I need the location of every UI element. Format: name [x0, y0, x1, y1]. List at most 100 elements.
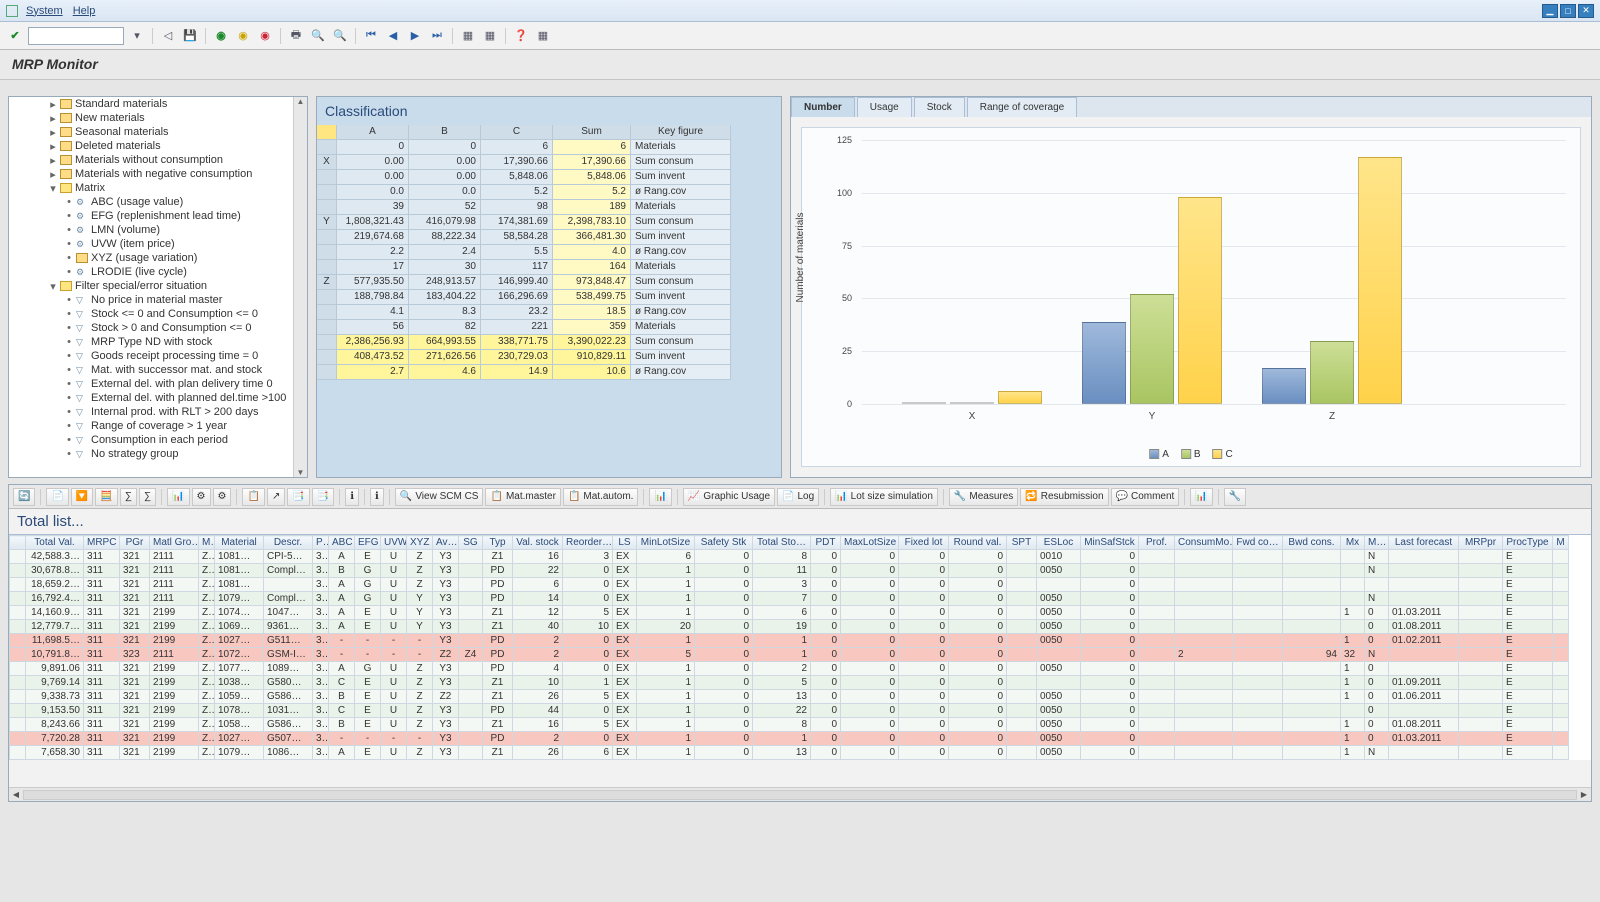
column-header[interactable]: Total Sto…	[753, 536, 811, 550]
column-header[interactable]: XYZ	[407, 536, 433, 550]
column-header[interactable]: ESLoc	[1037, 536, 1081, 550]
column-header[interactable]: Val. stock	[513, 536, 563, 550]
toolbar-button[interactable]: 📊	[1190, 488, 1212, 506]
column-header[interactable]: Mx	[1341, 536, 1365, 550]
toolbar-button[interactable]: ∑	[120, 488, 137, 506]
toolbar-button[interactable]: ℹ	[345, 488, 359, 506]
prev-page-icon[interactable]: ◀	[384, 27, 402, 45]
toolbar-button[interactable]: 💬Comment	[1111, 488, 1180, 506]
toolbar-button[interactable]: 📄	[46, 488, 68, 506]
table-row[interactable]: 9,338.733113212199Z…1059…G586…3…BEUZZ2Z1…	[10, 690, 1569, 704]
tree-item[interactable]: •▽Stock <= 0 and Consumption <= 0	[9, 307, 307, 321]
column-header[interactable]: M	[1553, 536, 1569, 550]
max-icon[interactable]: □	[1560, 4, 1576, 18]
column-header[interactable]: SPT	[1007, 536, 1037, 550]
tree-item[interactable]: •▽External del. with plan delivery time …	[9, 377, 307, 391]
toolbar-button[interactable]: ↗	[267, 488, 285, 506]
tree-item[interactable]: •▽Mat. with successor mat. and stock	[9, 363, 307, 377]
column-header[interactable]: Typ	[483, 536, 513, 550]
toolbar-button[interactable]: 📋Mat.master	[485, 488, 560, 506]
toolbar-button[interactable]: ∑	[139, 488, 156, 506]
column-header[interactable]: Fwd co…	[1233, 536, 1283, 550]
toolbar-button[interactable]: 🔄	[13, 488, 35, 506]
column-header[interactable]: MRPC	[84, 536, 120, 550]
chart-tab[interactable]: Range of coverage	[967, 97, 1078, 117]
tree-item[interactable]: ▾Filter special/error situation	[9, 279, 307, 293]
column-header[interactable]: MinSafStck	[1081, 536, 1139, 550]
tree-item[interactable]: ▸Seasonal materials	[9, 125, 307, 139]
toolbar-button[interactable]: 🔍View SCM CS	[395, 488, 484, 506]
tree-item[interactable]: •⚙ABC (usage value)	[9, 195, 307, 209]
table-row[interactable]: 9,153.503113212199Z…1078…1031…3…CEUZY3PD…	[10, 704, 1569, 718]
tree-item[interactable]: •▽Range of coverage > 1 year	[9, 419, 307, 433]
nav-back-icon[interactable]: ◉	[212, 27, 230, 45]
close-icon[interactable]: ✕	[1578, 4, 1594, 18]
tree-item[interactable]: •▽No price in material master	[9, 293, 307, 307]
column-header[interactable]: PDT	[811, 536, 841, 550]
layout-icon[interactable]: ▦	[534, 27, 552, 45]
next-page-icon[interactable]: ▶	[406, 27, 424, 45]
toolbar-button[interactable]: ⚙	[213, 488, 232, 506]
tree-item[interactable]: •⚙LMN (volume)	[9, 223, 307, 237]
tree-item[interactable]: •▽No strategy group	[9, 447, 307, 461]
tree-item[interactable]: •⚙LRODIE (live cycle)	[9, 265, 307, 279]
toolbar-button[interactable]: 📑	[312, 488, 334, 506]
horizontal-scrollbar[interactable]: ◀▶	[9, 787, 1591, 801]
column-header[interactable]: M…	[199, 536, 215, 550]
column-header[interactable]: MinLotSize	[637, 536, 695, 550]
table-row[interactable]: 10,791.8…3113232111Z…1072…GSM-I…3…----Z2…	[10, 648, 1569, 662]
tree-item[interactable]: •▽External del. with planned del.time >1…	[9, 391, 307, 405]
column-header[interactable]: ProcType	[1503, 536, 1553, 550]
table-row[interactable]: 9,769.143113212199Z…1038…G580…3…CEUZY3Z1…	[10, 676, 1569, 690]
toolbar-button[interactable]: 📋	[242, 488, 264, 506]
toolbar-button[interactable]: 🔧	[1224, 488, 1246, 506]
toolbar-button[interactable]: 📈Graphic Usage	[683, 488, 775, 506]
tree-item[interactable]: ▾Matrix	[9, 181, 307, 195]
column-header[interactable]: Av…	[433, 536, 459, 550]
menu-system[interactable]: System	[26, 5, 63, 17]
column-header[interactable]: EFG	[355, 536, 381, 550]
min-icon[interactable]: ▁	[1542, 4, 1558, 18]
ok-icon[interactable]: ✔	[6, 27, 24, 45]
toolbar-button[interactable]: 📊Lot size simulation	[830, 488, 938, 506]
tree-item[interactable]: ▸Materials without consumption	[9, 153, 307, 167]
dropdown-icon[interactable]: ▾	[128, 27, 146, 45]
toolbar-button[interactable]: 🔽	[71, 488, 93, 506]
column-header[interactable]: MRPpr	[1459, 536, 1503, 550]
column-header[interactable]: Descr.	[264, 536, 313, 550]
toolbar-button[interactable]: 🧮	[95, 488, 117, 506]
table-row[interactable]: 14,160.9…3113212199Z…1074…1047…3…AEUYY3Z…	[10, 606, 1569, 620]
tree-item[interactable]: •XYZ (usage variation)	[9, 251, 307, 265]
toolbar-button[interactable]: ℹ	[370, 488, 384, 506]
command-field[interactable]	[28, 27, 124, 45]
table-row[interactable]: 7,720.283113212199Z…1027…G507…3…----Y3PD…	[10, 732, 1569, 746]
table-row[interactable]: 12,779.7…3113212199Z…1069…9361…3…AEUYY3Z…	[10, 620, 1569, 634]
column-header[interactable]: Safety Stk	[695, 536, 753, 550]
tree-item[interactable]: ▸Materials with negative consumption	[9, 167, 307, 181]
column-header[interactable]: Bwd cons.	[1283, 536, 1341, 550]
nav-cancel-icon[interactable]: ◉	[256, 27, 274, 45]
column-header[interactable]: SG	[459, 536, 483, 550]
tree-item[interactable]: •⚙EFG (replenishment lead time)	[9, 209, 307, 223]
column-header[interactable]: Material	[215, 536, 264, 550]
column-header[interactable]: Round val.	[949, 536, 1007, 550]
shortcut-icon[interactable]: ▦	[481, 27, 499, 45]
toolbar-button[interactable]: 📑	[287, 488, 309, 506]
tree-item[interactable]: •▽Consumption in each period	[9, 433, 307, 447]
column-header[interactable]: P…	[313, 536, 329, 550]
tree-item[interactable]: •▽Stock > 0 and Consumption <= 0	[9, 321, 307, 335]
column-header[interactable]: Prof.	[1139, 536, 1175, 550]
column-header[interactable]: UVW	[381, 536, 407, 550]
chart-tab[interactable]: Stock	[914, 97, 965, 117]
help-icon[interactable]: ❓	[512, 27, 530, 45]
tree-scrollbar[interactable]: ▲ ▼	[293, 97, 307, 477]
find-next-icon[interactable]: 🔍	[331, 27, 349, 45]
table-row[interactable]: 8,243.663113212199Z…1058…G586…3…BEUZY3Z1…	[10, 718, 1569, 732]
column-header[interactable]: Reorder…	[563, 536, 613, 550]
save-icon[interactable]: 💾	[181, 27, 199, 45]
column-header[interactable]: Total Val.	[26, 536, 84, 550]
table-row[interactable]: 11,698.5…3113212199Z…1027…G511…3…----Y3P…	[10, 634, 1569, 648]
tree-item[interactable]: ▸Standard materials	[9, 97, 307, 111]
column-header[interactable]: M…	[1365, 536, 1389, 550]
toolbar-button[interactable]: 🔁Resubmission	[1020, 488, 1108, 506]
